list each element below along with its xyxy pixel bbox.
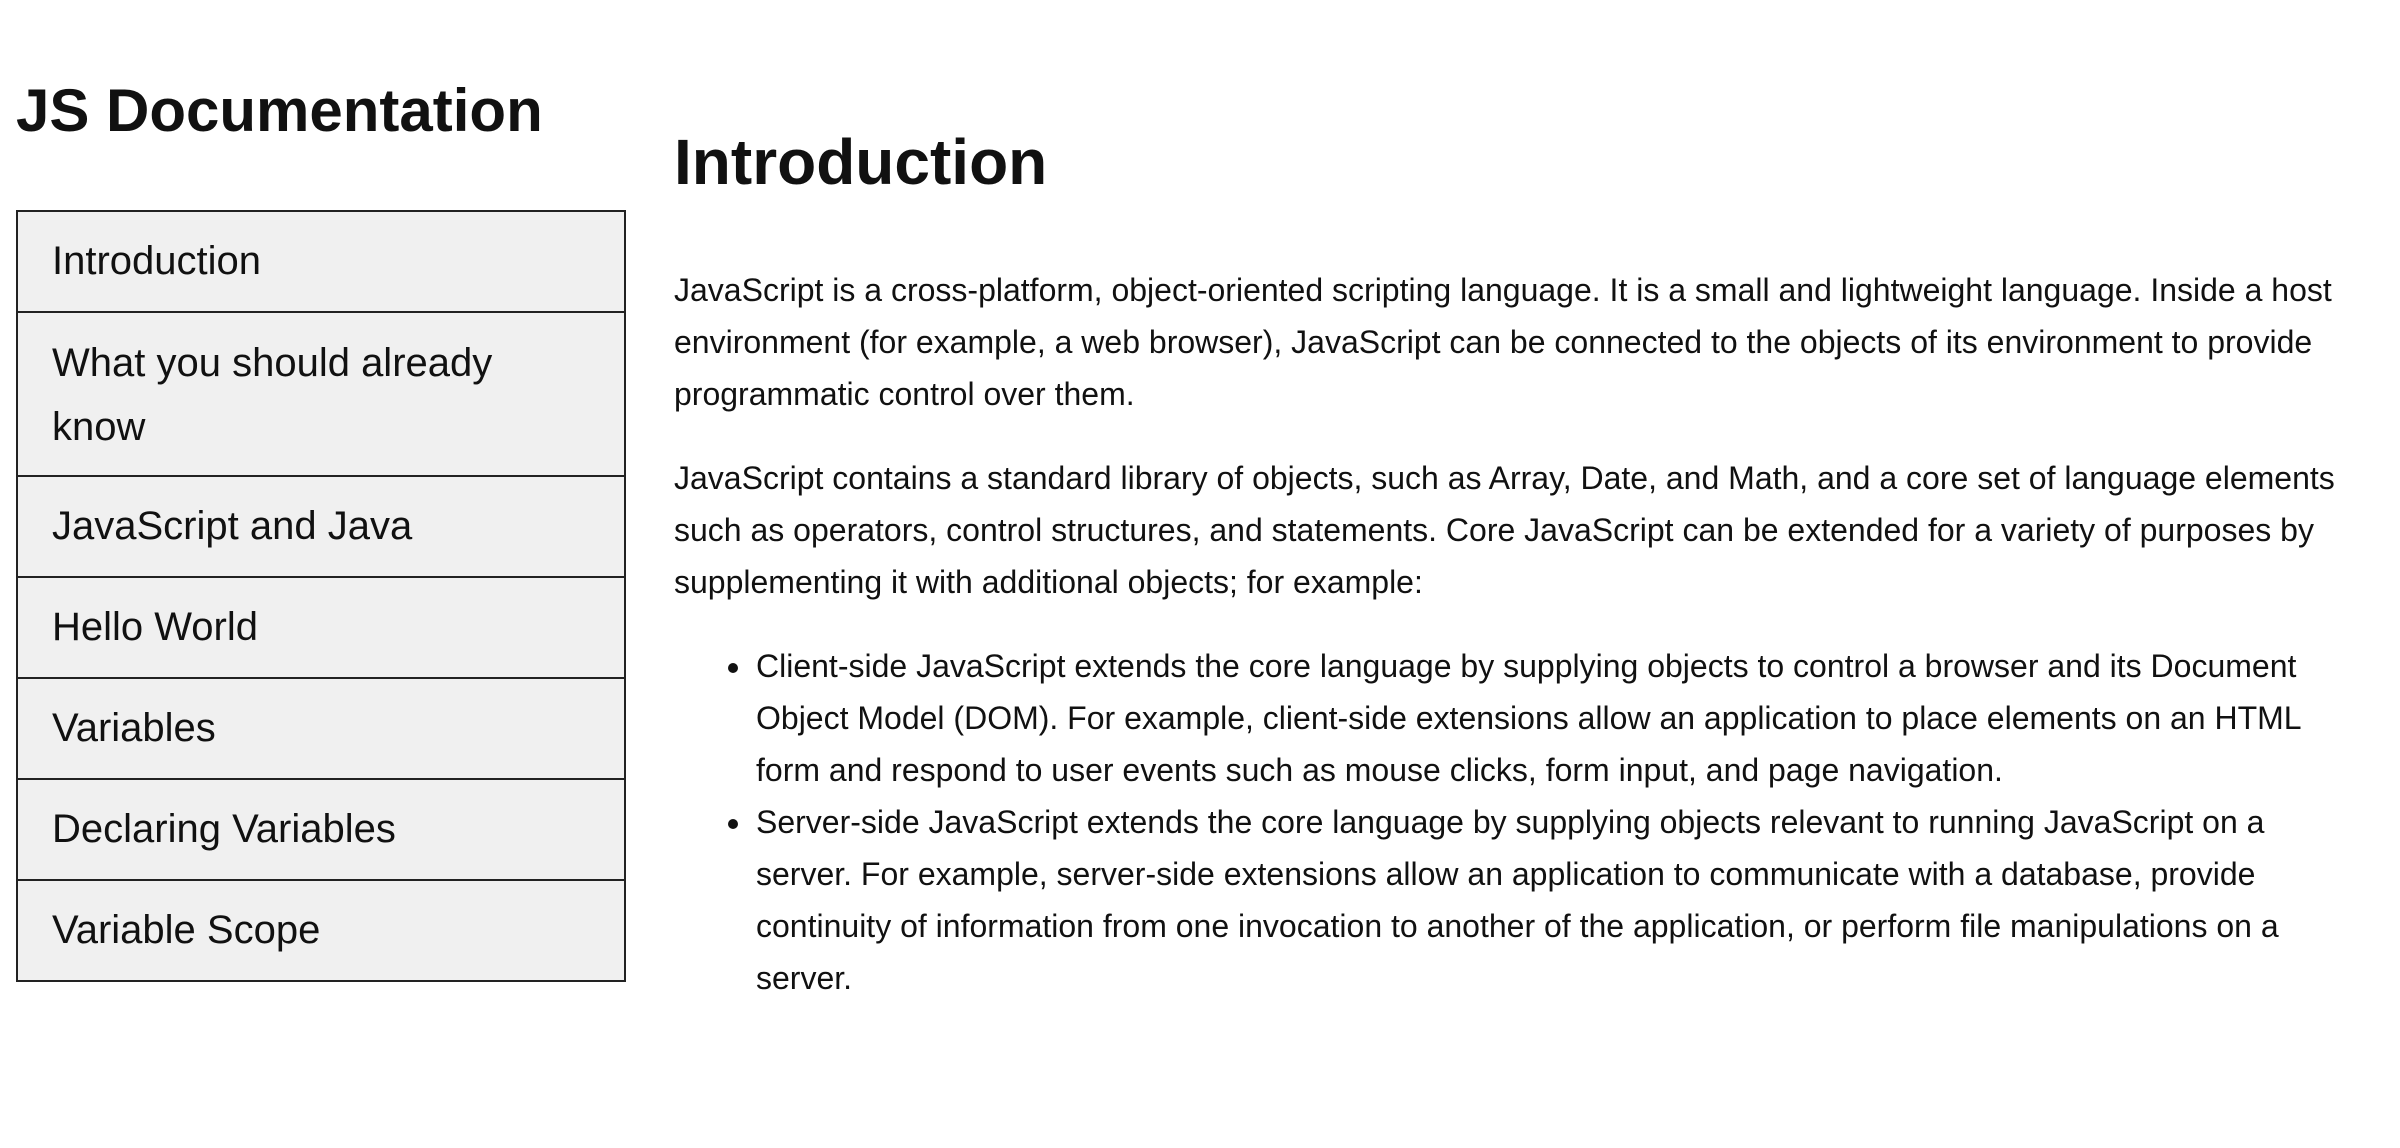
nav-link-variables[interactable]: Variables <box>18 679 624 780</box>
nav-link-javascript-and-java[interactable]: JavaScript and Java <box>18 477 624 578</box>
nav-link-variable-scope[interactable]: Variable Scope <box>18 881 624 982</box>
main-doc: Introduction JavaScript is a cross-platf… <box>674 0 2364 1004</box>
nav-link-hello-world[interactable]: Hello World <box>18 578 624 679</box>
nav-link-declaring-variables[interactable]: Declaring Variables <box>18 780 624 881</box>
nav-link-introduction[interactable]: Introduction <box>18 212 624 313</box>
navbar-header: JS Documentation <box>16 77 543 144</box>
section-title: Introduction <box>674 126 1048 198</box>
nav-list: Introduction What you should already kno… <box>16 210 626 982</box>
list-item-client-side: Client-side JavaScript extends the core … <box>754 640 2364 796</box>
main-section-introduction: Introduction JavaScript is a cross-platf… <box>674 126 2364 1004</box>
intro-paragraph: JavaScript is a cross-platform, object-o… <box>674 271 2332 412</box>
library-paragraph: JavaScript contains a standard library o… <box>674 459 2335 600</box>
navbar: JS Documentation Introduction What you s… <box>16 0 626 982</box>
nav-link-what-you-should-already-know[interactable]: What you should already know <box>18 313 624 477</box>
examples-list: Client-side JavaScript extends the core … <box>674 640 2364 1004</box>
list-item-server-side: Server-side JavaScript extends the core … <box>754 796 2364 1004</box>
